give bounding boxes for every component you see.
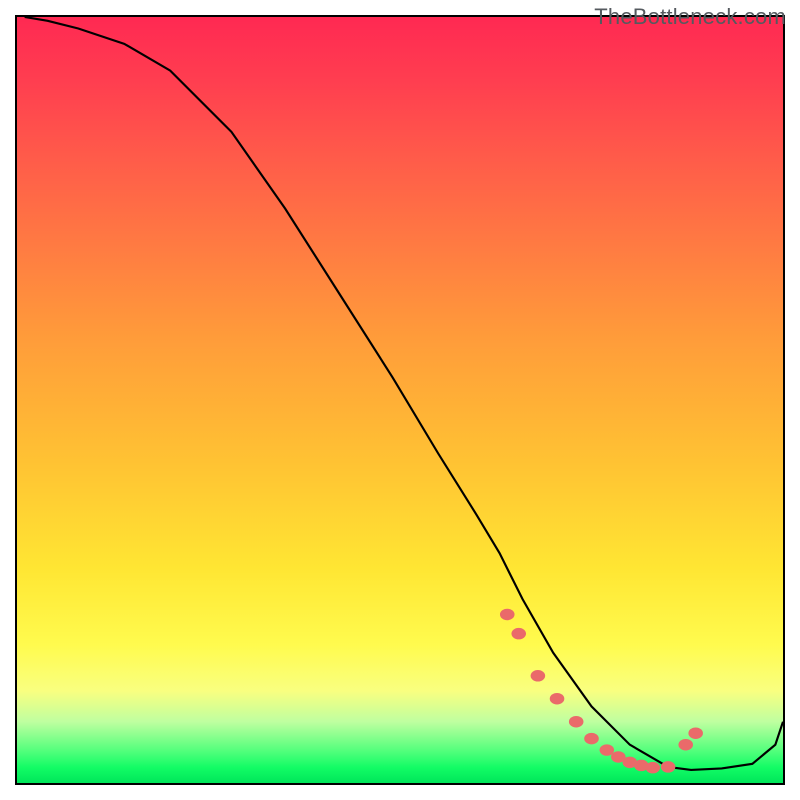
curve-marker (600, 744, 615, 755)
curve-marker (500, 609, 515, 620)
curve-marker (584, 733, 599, 744)
chart-svg (17, 17, 783, 783)
curve-marker (678, 739, 693, 750)
curve-marker (511, 628, 526, 639)
curve-marker (569, 716, 584, 727)
curve-marker (661, 761, 676, 772)
curve-marker (531, 670, 546, 681)
bottleneck-curve (25, 17, 783, 770)
chart-frame: TheBottleneck.com (0, 0, 800, 800)
curve-marker (646, 762, 661, 773)
curve-marker (550, 693, 565, 704)
curve-markers (500, 609, 703, 774)
curve-marker (688, 727, 703, 738)
plot-area (15, 15, 785, 785)
